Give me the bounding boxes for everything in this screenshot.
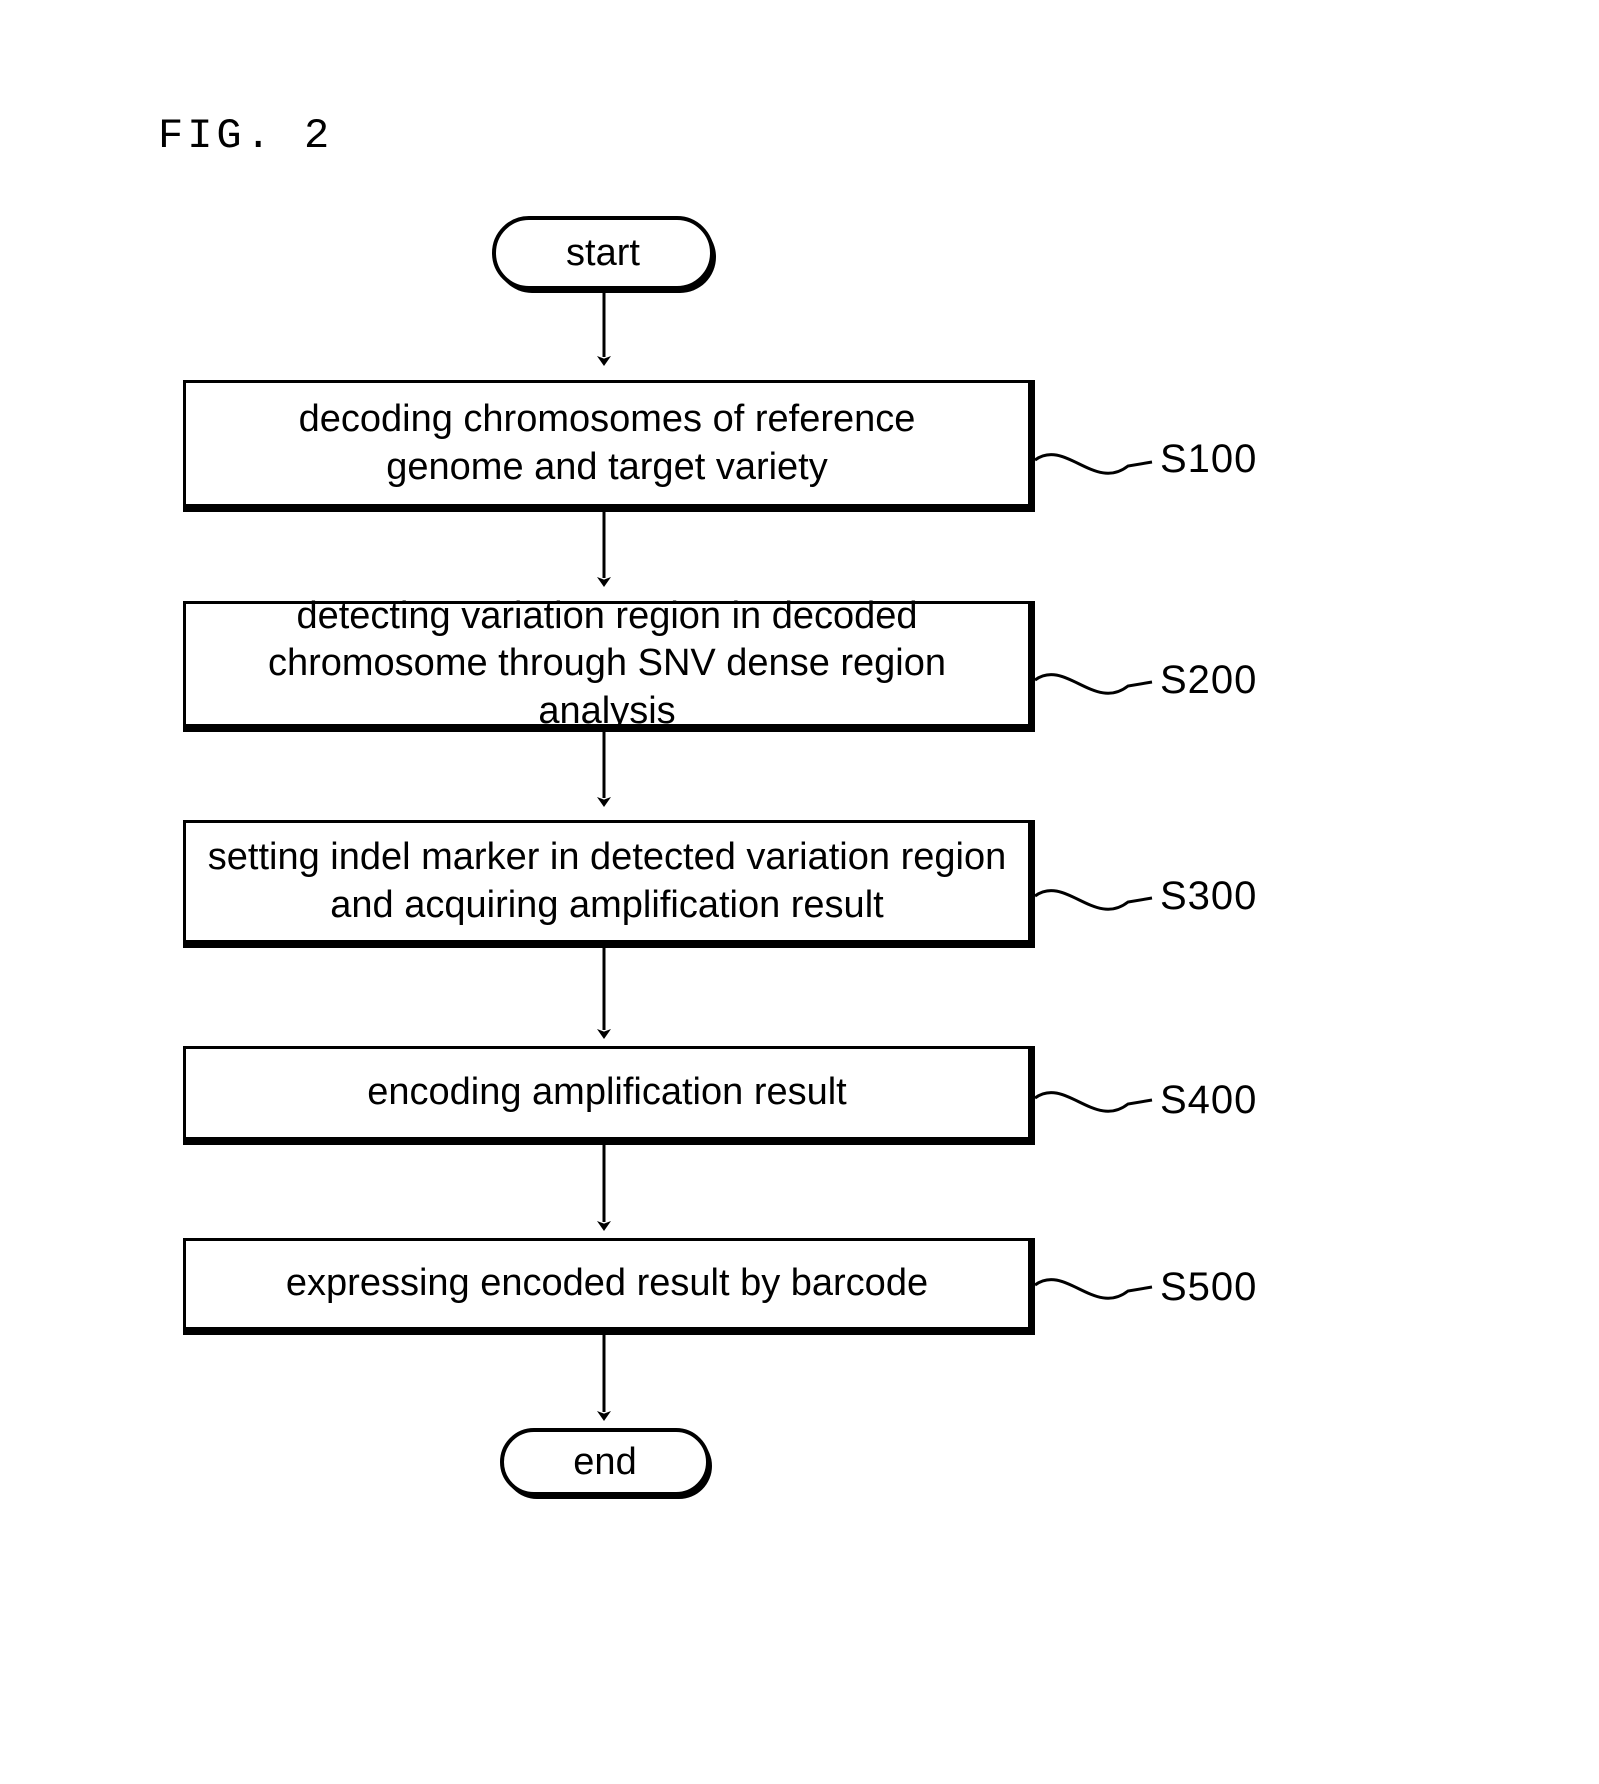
step-ref-s300: S300	[1160, 874, 1258, 918]
process-box-s300[interactable]: setting indel marker in detected variati…	[183, 820, 1035, 948]
start-node[interactable]: start	[492, 216, 714, 290]
process-box-s500-text: expressing encoded result by barcode	[285, 1262, 929, 1305]
process-box-s300-text: setting indel marker in detected variati…	[207, 836, 1007, 926]
process-box-s200-text: detecting variation region in decoded ch…	[267, 594, 947, 732]
process-box-s100-text: decoding chromosomes of reference genome…	[298, 398, 916, 488]
start-node-label: start	[566, 231, 640, 274]
process-box-s100[interactable]: decoding chromosomes of reference genome…	[183, 380, 1035, 512]
step-ref-s200: S200	[1160, 658, 1258, 702]
process-box-s200[interactable]: detecting variation region in decoded ch…	[183, 595, 1035, 732]
leader-line-s500	[1034, 1278, 1153, 1300]
process-box-s500[interactable]: expressing encoded result by barcode	[183, 1238, 1035, 1335]
leader-line-s100	[1034, 453, 1153, 475]
leader-line-s400	[1034, 1091, 1153, 1113]
process-box-s400[interactable]: encoding amplification result	[183, 1046, 1035, 1145]
step-ref-s100: S100	[1160, 437, 1258, 481]
figure-label: FIG. 2	[158, 112, 334, 160]
figure-canvas: FIG. 2 start decoding chromosomes of ref…	[0, 0, 1599, 1784]
step-ref-s400: S400	[1160, 1078, 1258, 1122]
step-ref-s500: S500	[1160, 1265, 1258, 1309]
process-box-s400-text: encoding amplification result	[367, 1071, 847, 1114]
end-node[interactable]: end	[500, 1428, 710, 1496]
leader-line-s300	[1034, 889, 1153, 911]
leader-line-s200	[1034, 673, 1153, 695]
end-node-label: end	[573, 1440, 637, 1483]
